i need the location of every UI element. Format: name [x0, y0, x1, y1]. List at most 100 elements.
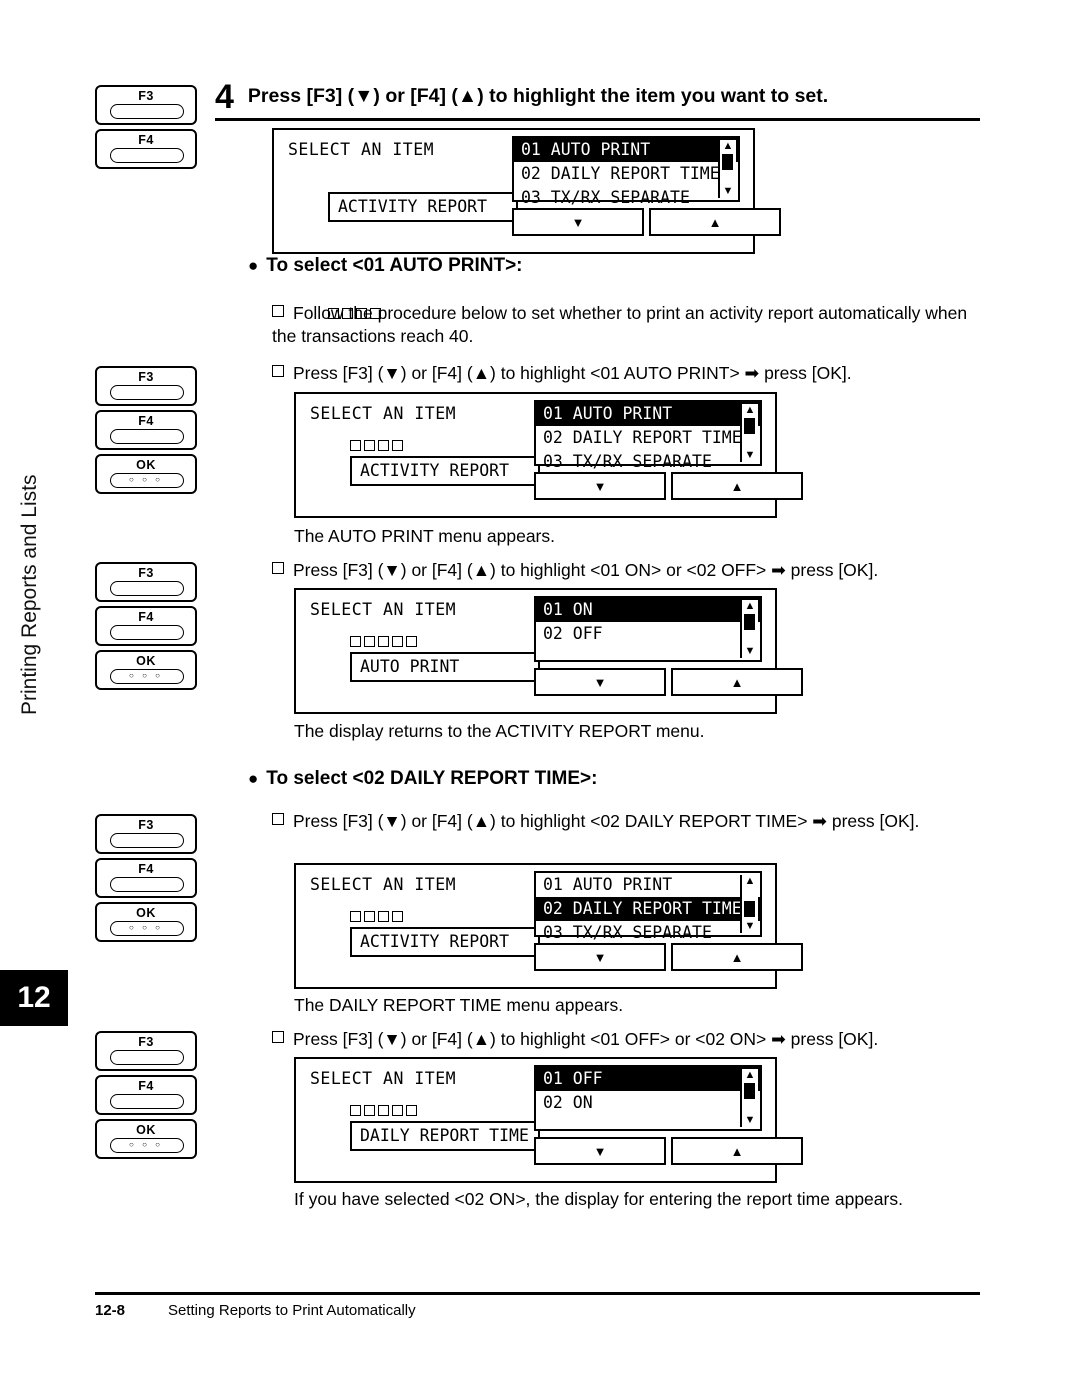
list-item[interactable]: 02 DAILY REPORT TIME — [536, 426, 760, 450]
softkey-down[interactable]: ▼ — [534, 472, 666, 500]
key-ok-dots: ○ ○ ○ — [129, 923, 163, 932]
key-f3[interactable]: F3 — [95, 562, 197, 602]
scroll-down-icon[interactable]: ▼ — [720, 186, 736, 197]
key-ok-dots: ○ ○ ○ — [129, 671, 163, 680]
key-f3[interactable]: F3 — [95, 1031, 197, 1071]
softkey-down[interactable]: ▼ — [512, 208, 644, 236]
section-2-caption-1: The DAILY REPORT TIME menu appears. — [294, 995, 624, 1015]
key-oval — [110, 877, 184, 892]
lcd-panel-5: SELECT AN ITEM DAILY REPORT TIME 01 OFF … — [294, 1057, 803, 1183]
level-bar — [378, 440, 389, 451]
key-f4[interactable]: F4 — [95, 129, 197, 169]
scroll-up-icon[interactable]: ▲ — [742, 876, 758, 887]
key-f4[interactable]: F4 — [95, 1075, 197, 1115]
scroll-down-icon[interactable]: ▼ — [742, 1115, 758, 1126]
soft-buttons: ▼ ▲ — [534, 943, 803, 971]
list-item[interactable]: 01 AUTO PRINT — [536, 402, 760, 426]
scrollbar[interactable]: ▲ ▼ — [740, 600, 758, 658]
scrollbar[interactable]: ▲ ▼ — [740, 875, 758, 933]
softkey-up[interactable]: ▲ — [671, 472, 803, 500]
level-bar — [364, 440, 375, 451]
softkey-down[interactable]: ▼ — [534, 668, 666, 696]
key-ok[interactable]: OK ○ ○ ○ — [95, 650, 197, 690]
lcd-panel-4: SELECT AN ITEM ACTIVITY REPORT 01 AUTO P… — [294, 863, 803, 989]
scroll-thumb[interactable] — [744, 901, 755, 917]
key-f3[interactable]: F3 — [95, 814, 197, 854]
level-bar — [392, 911, 403, 922]
scroll-up-icon[interactable]: ▲ — [742, 1070, 758, 1081]
scroll-down-icon[interactable]: ▼ — [742, 921, 758, 932]
list-item[interactable]: 01 ON — [536, 598, 760, 622]
key-ok-dots: ○ ○ ○ — [129, 1140, 163, 1149]
chapter-vertical-title-text: Printing Reports and Lists — [18, 474, 41, 715]
softkey-up[interactable]: ▲ — [671, 1137, 803, 1165]
key-oval — [110, 581, 184, 596]
lcd-listbox[interactable]: 01 AUTO PRINT 02 DAILY REPORT TIME 03 TX… — [512, 136, 740, 207]
scroll-up-icon[interactable]: ▲ — [742, 601, 758, 612]
softkey-down[interactable]: ▼ — [534, 1137, 666, 1165]
level-bar — [378, 911, 389, 922]
level-bar — [364, 1105, 375, 1116]
softkey-down[interactable]: ▼ — [534, 943, 666, 971]
scroll-up-icon[interactable]: ▲ — [742, 405, 758, 416]
list-item[interactable]: 01 OFF — [536, 1067, 760, 1091]
key-oval — [110, 625, 184, 640]
list-item[interactable]: 01 AUTO PRINT — [536, 873, 760, 897]
soft-buttons: ▼ ▲ — [534, 668, 803, 696]
key-f3[interactable]: F3 — [95, 366, 197, 406]
list-item[interactable]: 01 AUTO PRINT — [514, 138, 738, 162]
scroll-thumb[interactable] — [744, 1083, 755, 1099]
list-item[interactable]: 02 DAILY REPORT TIME — [536, 897, 760, 921]
key-f3[interactable]: F3 — [95, 85, 197, 125]
key-f3-label: F3 — [138, 370, 154, 384]
scroll-up-icon[interactable]: ▲ — [720, 141, 736, 152]
key-oval — [110, 833, 184, 848]
key-f4[interactable]: F4 — [95, 858, 197, 898]
list-item[interactable]: 02 ON — [536, 1091, 760, 1115]
list-item[interactable]: 02 OFF — [536, 622, 760, 646]
section-2-heading-text: To select <02 DAILY REPORT TIME>: — [266, 768, 598, 789]
level-bar — [350, 911, 361, 922]
list-item[interactable]: 03 TX/RX SEPARATE — [536, 921, 760, 945]
list-item[interactable]: 02 DAILY REPORT TIME — [514, 162, 738, 186]
key-ok-dots: ○ ○ ○ — [129, 475, 163, 484]
lcd-listbox[interactable]: 01 AUTO PRINT 02 DAILY REPORT TIME 03 TX… — [534, 871, 762, 942]
level-bar — [364, 636, 375, 647]
key-f4[interactable]: F4 — [95, 606, 197, 646]
soft-buttons: ▼ ▲ — [534, 472, 803, 500]
list-item[interactable]: 03 TX/RX SEPARATE — [536, 450, 760, 474]
lcd-listbox[interactable]: 01 ON 02 OFF ▲ ▼ — [534, 596, 762, 662]
key-ok[interactable]: OK ○ ○ ○ — [95, 1119, 197, 1159]
lcd-listbox[interactable]: 01 OFF 02 ON ▲ ▼ — [534, 1065, 762, 1131]
section-1-heading-text: To select <01 AUTO PRINT>: — [266, 255, 523, 276]
lcd-listbox[interactable]: 01 AUTO PRINT 02 DAILY REPORT TIME 03 TX… — [534, 400, 762, 471]
key-f4[interactable]: F4 — [95, 410, 197, 450]
scroll-thumb[interactable] — [722, 154, 733, 170]
level-bar — [378, 636, 389, 647]
softkey-up[interactable]: ▲ — [671, 943, 803, 971]
footer-rule — [95, 1292, 980, 1295]
scrollbar[interactable]: ▲ ▼ — [740, 404, 758, 462]
step-heading: 4 Press [F3] (▼) or [F4] (▲) to highligh… — [215, 80, 1015, 114]
scroll-down-icon[interactable]: ▼ — [742, 646, 758, 657]
key-ok-label: OK — [136, 1123, 156, 1137]
scrollbar[interactable]: ▲ ▼ — [740, 1069, 758, 1127]
key-ok[interactable]: OK ○ ○ ○ — [95, 454, 197, 494]
checkbox-icon — [272, 305, 284, 317]
scrollbar[interactable]: ▲ ▼ — [718, 140, 736, 198]
section-1-caption-1: The AUTO PRINT menu appears. — [294, 526, 555, 546]
softkey-up[interactable]: ▲ — [649, 208, 781, 236]
level-bar — [378, 1105, 389, 1116]
list-item[interactable]: 03 TX/RX SEPARATE — [514, 186, 738, 210]
checkbox-icon — [272, 813, 284, 825]
key-ok[interactable]: OK ○ ○ ○ — [95, 902, 197, 942]
scroll-thumb[interactable] — [744, 418, 755, 434]
chapter-tab: 12 — [0, 970, 68, 1026]
scroll-thumb[interactable] — [744, 614, 755, 630]
scroll-down-icon[interactable]: ▼ — [742, 450, 758, 461]
step-text: Press [F3] (▼) or [F4] (▲) to highlight … — [247, 85, 829, 107]
level-bar — [406, 1105, 417, 1116]
softkey-up[interactable]: ▲ — [671, 668, 803, 696]
key-oval — [110, 104, 184, 119]
section-2-item-1: Press [F3] (▼) or [F4] (▲) to highlight … — [272, 810, 952, 833]
